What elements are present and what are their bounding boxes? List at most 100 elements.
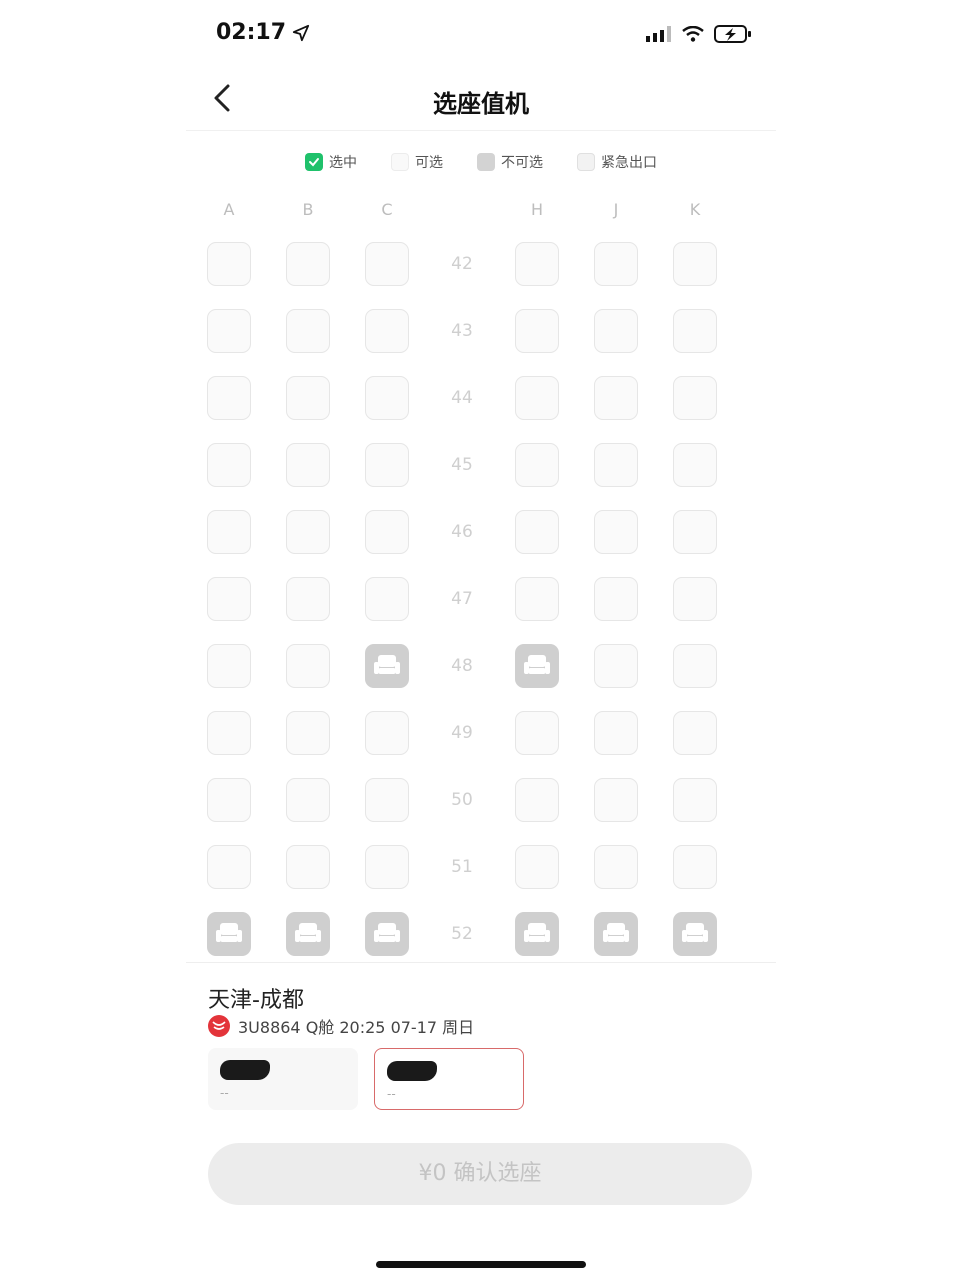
passenger-seat: --	[387, 1087, 396, 1101]
seat-43B[interactable]	[286, 309, 330, 353]
row-number: 45	[451, 455, 473, 475]
seat-48J[interactable]	[594, 644, 638, 688]
emergency-exit-icon	[577, 153, 595, 171]
seat-45C[interactable]	[365, 443, 409, 487]
seat-52C	[365, 912, 409, 956]
seat-51B[interactable]	[286, 845, 330, 889]
seat-44B[interactable]	[286, 376, 330, 420]
column-label: K	[689, 200, 701, 219]
occupied-seat-icon	[374, 923, 400, 942]
seat-45H[interactable]	[515, 443, 559, 487]
seat-44C[interactable]	[365, 376, 409, 420]
row-number: 46	[451, 522, 473, 542]
seat-47H[interactable]	[515, 577, 559, 621]
row-number: 52	[451, 924, 473, 944]
occupied-seat-icon	[295, 923, 321, 942]
seat-42C[interactable]	[365, 242, 409, 286]
seat-46C[interactable]	[365, 510, 409, 554]
redacted-name	[220, 1060, 270, 1080]
seat-46K[interactable]	[673, 510, 717, 554]
seat-49H[interactable]	[515, 711, 559, 755]
row-number: 47	[451, 589, 473, 609]
seat-45B[interactable]	[286, 443, 330, 487]
seat-50K[interactable]	[673, 778, 717, 822]
row-number: 50	[451, 790, 473, 810]
seat-45J[interactable]	[594, 443, 638, 487]
seat-44A[interactable]	[207, 376, 251, 420]
seat-46A[interactable]	[207, 510, 251, 554]
unavailable-seat-icon	[477, 153, 495, 171]
seat-43H[interactable]	[515, 309, 559, 353]
seat-47A[interactable]	[207, 577, 251, 621]
seat-50H[interactable]	[515, 778, 559, 822]
occupied-seat-icon	[524, 923, 550, 942]
battery-charging-icon	[714, 25, 751, 43]
legend-available: 可选	[391, 152, 443, 172]
row-number: 44	[451, 388, 473, 408]
legend-label: 可选	[415, 155, 443, 171]
seat-42H[interactable]	[515, 242, 559, 286]
seat-50C[interactable]	[365, 778, 409, 822]
seat-49C[interactable]	[365, 711, 409, 755]
seat-46H[interactable]	[515, 510, 559, 554]
location-arrow-icon	[292, 24, 310, 41]
seat-49K[interactable]	[673, 711, 717, 755]
home-indicator	[376, 1261, 586, 1268]
occupied-seat-icon	[216, 923, 242, 942]
panel-divider	[186, 962, 776, 963]
legend-label: 紧急出口	[601, 155, 657, 171]
airline-logo-icon	[208, 1015, 230, 1037]
confirm-seat-button[interactable]: ¥0 确认选座	[208, 1143, 752, 1205]
seat-44J[interactable]	[594, 376, 638, 420]
passenger-card-active[interactable]: --	[374, 1048, 524, 1110]
seat-43C[interactable]	[365, 309, 409, 353]
seat-47J[interactable]	[594, 577, 638, 621]
seat-45A[interactable]	[207, 443, 251, 487]
occupied-seat-icon	[374, 655, 400, 674]
seat-51J[interactable]	[594, 845, 638, 889]
seat-51C[interactable]	[365, 845, 409, 889]
seat-47K[interactable]	[673, 577, 717, 621]
passenger-card[interactable]: --	[208, 1048, 358, 1110]
seat-42A[interactable]	[207, 242, 251, 286]
seat-49A[interactable]	[207, 711, 251, 755]
seat-42B[interactable]	[286, 242, 330, 286]
seat-48H	[515, 644, 559, 688]
seat-51A[interactable]	[207, 845, 251, 889]
seat-47C[interactable]	[365, 577, 409, 621]
seat-48K[interactable]	[673, 644, 717, 688]
seat-43K[interactable]	[673, 309, 717, 353]
seat-44K[interactable]	[673, 376, 717, 420]
seat-48A[interactable]	[207, 644, 251, 688]
available-seat-icon	[391, 153, 409, 171]
seat-49J[interactable]	[594, 711, 638, 755]
seat-48C	[365, 644, 409, 688]
seat-44H[interactable]	[515, 376, 559, 420]
seat-50B[interactable]	[286, 778, 330, 822]
seat-46J[interactable]	[594, 510, 638, 554]
occupied-seat-icon	[524, 655, 550, 674]
seat-42J[interactable]	[594, 242, 638, 286]
seat-46B[interactable]	[286, 510, 330, 554]
check-icon	[305, 153, 323, 171]
seat-52B	[286, 912, 330, 956]
seat-50J[interactable]	[594, 778, 638, 822]
seat-42K[interactable]	[673, 242, 717, 286]
seat-43J[interactable]	[594, 309, 638, 353]
row-number: 48	[451, 656, 473, 676]
flight-details: 3U8864 Q舱 20:25 07-17 周日	[238, 1018, 475, 1037]
seat-49B[interactable]	[286, 711, 330, 755]
seat-51H[interactable]	[515, 845, 559, 889]
header-divider	[186, 130, 776, 131]
flight-info: 3U8864 Q舱 20:25 07-17 周日	[208, 1014, 474, 1038]
legend-label: 不可选	[501, 155, 543, 171]
seat-51K[interactable]	[673, 845, 717, 889]
seat-47B[interactable]	[286, 577, 330, 621]
seat-43A[interactable]	[207, 309, 251, 353]
column-label: H	[530, 200, 544, 219]
seat-48B[interactable]	[286, 644, 330, 688]
seat-45K[interactable]	[673, 443, 717, 487]
column-label: J	[613, 200, 619, 219]
legend-unavailable: 不可选	[477, 152, 543, 172]
seat-50A[interactable]	[207, 778, 251, 822]
